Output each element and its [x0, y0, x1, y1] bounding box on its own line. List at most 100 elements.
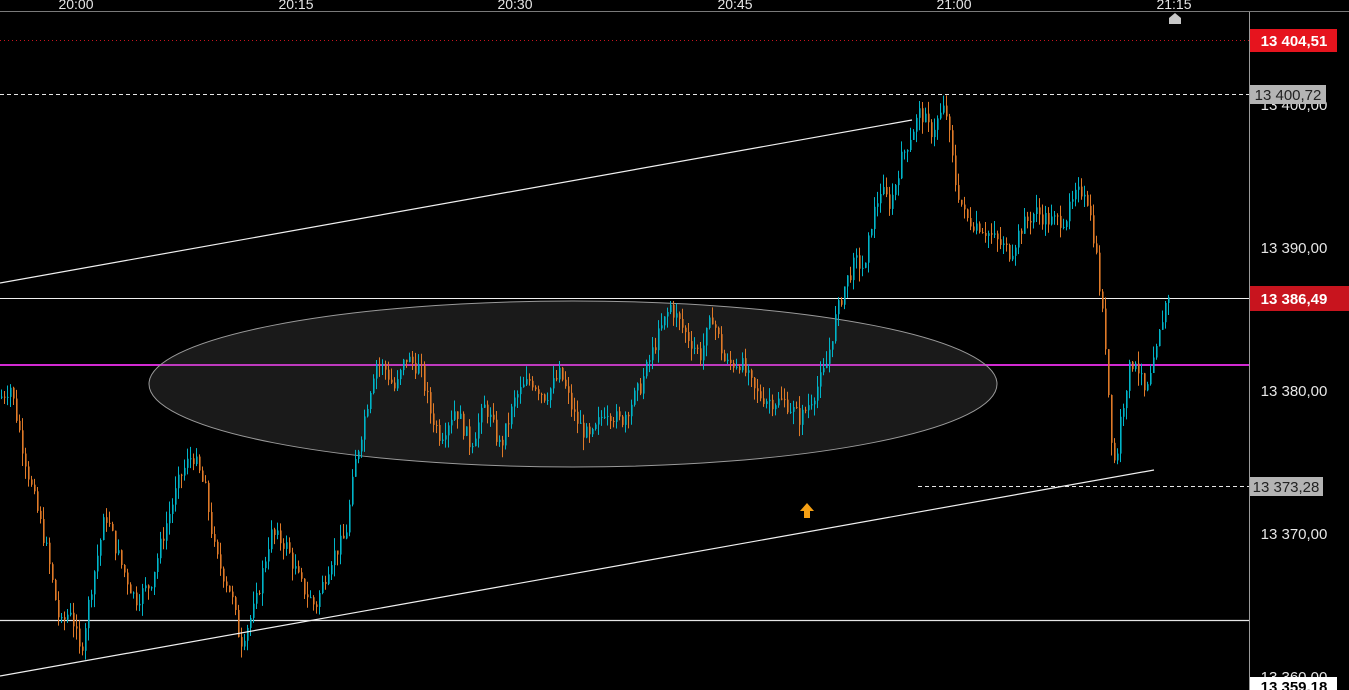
candle-body	[763, 398, 765, 405]
candle-body	[1105, 308, 1107, 350]
candle-body	[328, 574, 330, 584]
candle-body	[37, 491, 39, 511]
candle-body	[448, 425, 450, 436]
candle-body	[913, 131, 915, 140]
candle-body	[487, 404, 489, 417]
candle-body	[1069, 201, 1071, 222]
candle-body	[820, 372, 822, 387]
candle-body	[40, 510, 42, 520]
candle-body	[490, 414, 492, 417]
candle-body	[652, 347, 654, 361]
session-low-badge: 13 373,28	[1250, 477, 1323, 496]
candle-body	[1144, 373, 1146, 391]
candle-body	[1156, 346, 1158, 358]
candle-body	[646, 361, 648, 377]
candle-body	[262, 568, 264, 594]
candle-body	[1126, 390, 1128, 409]
candle-body	[322, 581, 324, 594]
candle-body	[79, 628, 81, 647]
candle-body	[172, 504, 174, 514]
x-tick-label: 20:00	[58, 0, 93, 12]
candle-body	[916, 117, 918, 132]
candle-body	[643, 376, 645, 394]
candle-body	[661, 325, 663, 329]
candle-body	[127, 572, 129, 585]
candle-body	[424, 365, 426, 391]
candle-body	[685, 327, 687, 333]
candle-body	[577, 411, 579, 424]
candle-body	[1078, 186, 1080, 190]
candle-body	[373, 378, 375, 394]
candle-body	[595, 424, 597, 430]
candle-body	[457, 411, 459, 419]
candle-body	[607, 415, 609, 417]
candle-body	[544, 394, 546, 401]
candle-body	[499, 439, 501, 442]
candle-body	[190, 458, 192, 460]
candle-body	[49, 542, 51, 565]
session-low-label: 13 373,28	[1253, 479, 1320, 496]
candle-body	[67, 614, 69, 620]
candle-body	[478, 422, 480, 439]
candle-body	[376, 364, 378, 379]
candle-body	[919, 108, 921, 118]
candle-body	[904, 151, 906, 153]
candle-body	[712, 317, 714, 325]
candle-body	[553, 378, 555, 389]
x-tick-label: 21:15	[1156, 0, 1191, 12]
candle-body	[1072, 199, 1074, 202]
candle-body	[97, 555, 99, 572]
candle-body	[280, 530, 282, 544]
candle-body	[1003, 243, 1005, 245]
candle-body	[433, 413, 435, 425]
candle-body	[358, 451, 360, 460]
candle-body	[166, 523, 168, 541]
candle-body	[937, 118, 939, 130]
candle-body	[1051, 216, 1053, 225]
candle-body	[1021, 230, 1023, 234]
candle-body	[355, 459, 357, 477]
x-tick-label: 20:45	[717, 0, 752, 12]
candle-body	[829, 349, 831, 364]
candle-body	[841, 300, 843, 305]
session-high-badge: 13 400,72	[1250, 85, 1326, 104]
candle-body	[889, 194, 891, 209]
candle-body	[202, 470, 204, 482]
candle-body	[676, 313, 678, 318]
candle-body	[1159, 329, 1161, 347]
candle-body	[1111, 395, 1113, 443]
candle-body	[1033, 213, 1035, 223]
price-chart[interactable]: 20:00 20:15 20:30 20:45 21:00 21:15 13 4…	[0, 0, 1349, 690]
candle-body	[769, 399, 771, 402]
candle-body	[367, 409, 369, 417]
y-tick-label: 13 370,00	[1261, 526, 1328, 543]
candle-body	[142, 588, 144, 604]
candle-body	[814, 400, 816, 405]
candle-body	[856, 255, 858, 258]
candle-body	[442, 439, 444, 441]
candle-body	[691, 341, 693, 349]
candle-body	[85, 628, 87, 651]
candle-body	[133, 592, 135, 594]
candle-body	[460, 413, 462, 419]
candle-body	[1099, 252, 1101, 292]
candle-body	[25, 453, 27, 467]
candle-body	[859, 255, 861, 269]
high-price-badge: 13 404,51	[1250, 29, 1337, 52]
candle-body	[100, 540, 102, 556]
candle-body	[76, 626, 78, 629]
consolidation-ellipse[interactable]	[148, 300, 998, 468]
candle-body	[601, 416, 603, 418]
candle-body	[982, 232, 984, 234]
candle-body	[757, 388, 759, 392]
candle-body	[610, 415, 612, 422]
candle-body	[334, 550, 336, 566]
candle-body	[523, 384, 525, 388]
candle-body	[796, 407, 798, 409]
candle-body	[808, 405, 810, 411]
candle-body	[130, 584, 132, 594]
candle-body	[205, 481, 207, 483]
candle-body	[718, 327, 720, 335]
candle-body	[250, 617, 252, 628]
candle-body	[862, 267, 864, 269]
